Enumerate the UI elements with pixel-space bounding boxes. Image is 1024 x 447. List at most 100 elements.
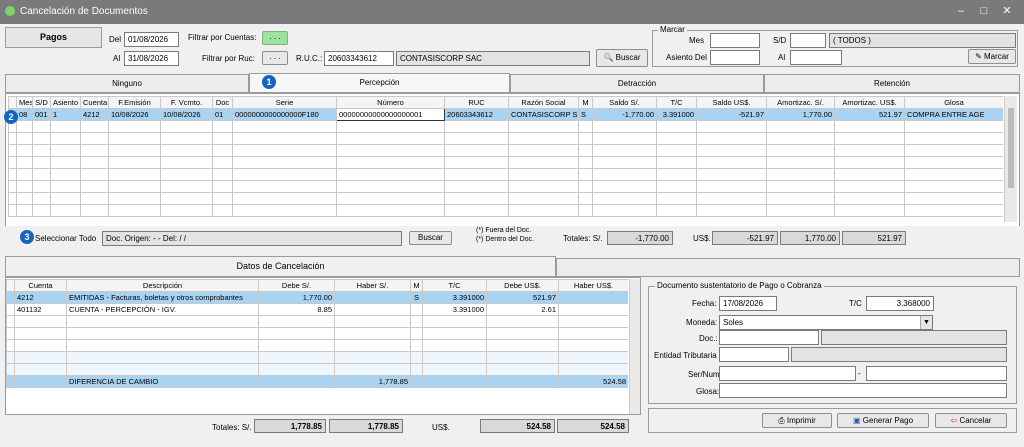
cancel-cell[interactable]: EMITIDAS - Facturas, boletas y otros com…: [66, 291, 259, 304]
tab-ninguno[interactable]: Ninguno: [5, 74, 249, 93]
cancel-cell[interactable]: [422, 375, 487, 388]
doc-cell[interactable]: 20603343612: [444, 108, 509, 121]
minimize-icon[interactable]: –: [950, 3, 972, 19]
cancel-cell[interactable]: 4212: [14, 291, 67, 304]
doc-cell[interactable]: S: [578, 108, 593, 121]
buscar-button[interactable]: 🔍 Buscar: [596, 49, 648, 67]
tab-detraccion[interactable]: Detracción: [510, 74, 764, 93]
tab-datos-cancelacion[interactable]: Datos de Cancelación: [5, 256, 556, 277]
doc-cell[interactable]: 10/08/2026: [160, 108, 213, 121]
doc-col-header[interactable]: Doc: [212, 96, 233, 109]
close-icon[interactable]: ✕: [996, 3, 1018, 19]
doc-col-header[interactable]: Amortizac. S/.: [766, 96, 835, 109]
asiento-al-input[interactable]: [790, 50, 842, 65]
cancel-cell[interactable]: 401132: [14, 303, 67, 316]
cancel-col-header[interactable]: Descripción: [66, 279, 259, 292]
cancel-cell[interactable]: DIFERENCIA DE CAMBIO: [66, 375, 259, 388]
filtrar-ruc-button[interactable]: . . .: [262, 51, 288, 65]
maximize-icon[interactable]: □: [973, 3, 995, 19]
scrollbar-thumb[interactable]: [1008, 108, 1014, 188]
cancel-cell[interactable]: [558, 291, 628, 304]
cancel-col-header[interactable]: Cuenta: [14, 279, 67, 292]
doc-col-header[interactable]: Asiento: [50, 96, 81, 109]
del-date-input[interactable]: 01/08/2026: [124, 32, 179, 47]
chevron-down-icon[interactable]: ▼: [920, 316, 932, 329]
doc-cell[interactable]: CONTASISCORP S: [508, 108, 579, 121]
doc-col-header[interactable]: M: [578, 96, 593, 109]
doc-cell[interactable]: -1,770.00: [592, 108, 657, 121]
doc-grid-scrollbar[interactable]: [1004, 96, 1017, 222]
doc-col-header[interactable]: T/C: [656, 96, 697, 109]
doc-cell[interactable]: -521.97: [696, 108, 767, 121]
doc-col-header[interactable]: Saldo US$.: [696, 96, 767, 109]
doc-cell[interactable]: 08: [16, 108, 33, 121]
cancel-cell[interactable]: [334, 303, 411, 316]
cancel-cell[interactable]: [410, 375, 423, 388]
moneda-select[interactable]: Soles ▼: [719, 315, 933, 330]
cancel-cell[interactable]: S: [410, 291, 423, 304]
ruc-input[interactable]: 20603343612: [324, 51, 394, 66]
doc-input[interactable]: [719, 330, 819, 345]
tc-input[interactable]: 3.368000: [866, 296, 934, 311]
sd-input[interactable]: [790, 33, 826, 48]
doc-col-header[interactable]: Saldo S/.: [592, 96, 657, 109]
cancel-cell[interactable]: 1,770.00: [258, 291, 335, 304]
asiento-del-input[interactable]: [710, 50, 760, 65]
doc-col-header[interactable]: RUC: [444, 96, 509, 109]
filtrar-cuentas-button[interactable]: . . .: [262, 31, 288, 45]
marcar-button[interactable]: ✎ Marcar: [968, 49, 1016, 64]
cancel-col-header[interactable]: Debe US$.: [486, 279, 559, 292]
doc-cell[interactable]: 1: [50, 108, 81, 121]
doc-col-header[interactable]: Mes: [16, 96, 33, 109]
pagos-box[interactable]: Pagos: [5, 27, 102, 48]
cancel-cell[interactable]: [258, 375, 335, 388]
al-date-input[interactable]: 31/08/2026: [124, 51, 179, 66]
cancelar-button[interactable]: ⇦ Cancelar: [935, 413, 1007, 428]
doc-cell[interactable]: 0000000000000000F180: [232, 108, 337, 121]
cancel-cell[interactable]: 524.58: [558, 375, 628, 388]
doc-cell[interactable]: 4212: [80, 108, 109, 121]
cancel-table-row[interactable]: 401132 CUENTA - PERCEPCIÓN - IGV. 8.85 3.39…: [6, 303, 628, 316]
doc-col-header[interactable]: Número: [336, 96, 445, 109]
tab-percepcion[interactable]: Percepción: [249, 73, 510, 93]
numero-input[interactable]: [866, 366, 1007, 381]
doc-col-header[interactable]: S/D: [32, 96, 51, 109]
footer-buscar-button[interactable]: Buscar: [409, 231, 452, 245]
cancel-cell[interactable]: [486, 375, 559, 388]
cancel-cell[interactable]: [334, 291, 411, 304]
cancel-cell[interactable]: 2.61: [486, 303, 559, 316]
cancel-cell[interactable]: [14, 375, 67, 388]
serie-input[interactable]: [719, 366, 856, 381]
doc-cell[interactable]: 1,770.00: [766, 108, 835, 121]
doc-cell[interactable]: 01: [212, 108, 233, 121]
entidad-input[interactable]: [719, 347, 789, 362]
imprimir-button[interactable]: ⎙ Imprimir: [762, 413, 832, 428]
cancel-cell[interactable]: 521.97: [486, 291, 559, 304]
cancel-col-header[interactable]: Haber S/.: [334, 279, 411, 292]
cancel-cell[interactable]: [410, 303, 423, 316]
doc-col-header[interactable]: Glosa: [904, 96, 1003, 109]
doc-col-header[interactable]: F.Emisión: [108, 96, 161, 109]
doc-cell[interactable]: 521.97: [834, 108, 905, 121]
doc-table-row[interactable]: 08 001 1 4212 10/08/2026 10/08/2026 01 00000000…: [8, 108, 1003, 121]
tab-secondary[interactable]: [556, 258, 1020, 277]
doc-col-header[interactable]: Amortizac. US$.: [834, 96, 905, 109]
doc-cell[interactable]: 00000000000000000001: [336, 108, 445, 121]
cancel-table-row[interactable]: 4212 EMITIDAS - Facturas, boletas y otros…: [6, 291, 628, 304]
doc-col-header[interactable]: Cuenta: [80, 96, 109, 109]
cancel-col-header[interactable]: M: [410, 279, 423, 292]
generar-pago-button[interactable]: ▣ Generar Pago: [837, 413, 929, 428]
tab-retencion[interactable]: Retención: [764, 74, 1020, 93]
seleccionar-todo-checkbox[interactable]: Seleccionar Todo: [35, 234, 96, 243]
cancel-col-header[interactable]: Debe S/.: [258, 279, 335, 292]
cancel-cell[interactable]: 8.85: [258, 303, 335, 316]
doc-col-header[interactable]: Razón Social: [508, 96, 579, 109]
doc-cell[interactable]: 3.391000: [656, 108, 697, 121]
doc-cell[interactable]: 001: [32, 108, 51, 121]
doc-cell[interactable]: 10/08/2026: [108, 108, 161, 121]
cancel-cell[interactable]: [558, 303, 628, 316]
mes-input[interactable]: [710, 33, 760, 48]
cancel-cell[interactable]: 3.391000: [422, 291, 487, 304]
cancel-col-header[interactable]: T/C: [422, 279, 487, 292]
cancel-cell[interactable]: CUENTA - PERCEPCIÓN - IGV.: [66, 303, 259, 316]
